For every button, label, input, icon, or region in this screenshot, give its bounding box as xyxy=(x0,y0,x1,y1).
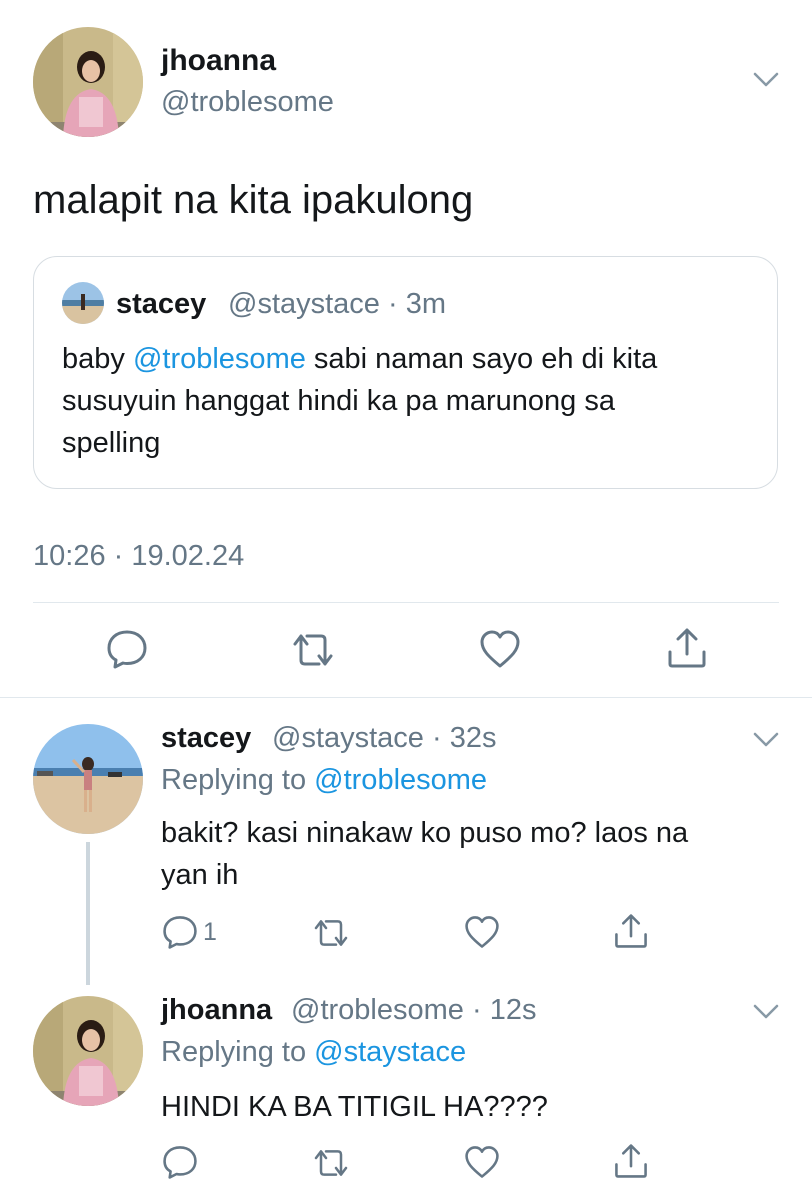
reply-author-handle: @troblesome · 12s xyxy=(291,994,537,1026)
quoted-author-name: stacey xyxy=(116,288,207,320)
retweet-icon[interactable] xyxy=(311,916,351,950)
heart-icon[interactable] xyxy=(478,628,522,670)
heart-icon[interactable] xyxy=(463,914,501,950)
share-icon[interactable] xyxy=(613,912,649,950)
quoted-avatar-stacey[interactable] xyxy=(62,282,104,324)
mention-link[interactable]: @troblesome xyxy=(133,343,306,375)
reply-text: bakit? kasi ninakaw ko puso mo? laos na … xyxy=(161,817,689,891)
divider xyxy=(33,602,779,603)
avatar-stacey[interactable] xyxy=(33,724,143,834)
avatar-jhoanna[interactable] xyxy=(33,996,143,1106)
retweet-icon[interactable] xyxy=(289,630,337,670)
quoted-text: baby @troblesome sabi naman sayo eh di k… xyxy=(62,343,658,459)
reply-author-name[interactable]: jhoanna xyxy=(161,994,272,1027)
heart-icon[interactable] xyxy=(463,1144,501,1180)
tweet-timestamp[interactable]: 10:26 · 19.02.24 xyxy=(33,540,244,573)
reply-count: 1 xyxy=(203,918,217,946)
author-name[interactable]: jhoanna xyxy=(161,44,276,78)
reply-text: HINDI KA BA TITIGIL HA???? xyxy=(161,1091,548,1123)
reply-icon[interactable] xyxy=(106,628,148,670)
share-icon[interactable] xyxy=(613,1142,649,1180)
author-handle[interactable]: @troblesome xyxy=(161,86,334,119)
thread-line xyxy=(86,842,90,985)
reply-icon[interactable] xyxy=(162,1144,198,1180)
reply-author-name[interactable]: stacey xyxy=(161,722,251,755)
reply-author-handle: @staystace · 32s xyxy=(272,722,497,754)
retweet-icon[interactable] xyxy=(311,1146,351,1180)
quoted-author-handle: @staystace · 3m xyxy=(228,288,447,320)
avatar-jhoanna[interactable] xyxy=(33,27,143,137)
tweet-text: malapit na kita ipakulong xyxy=(33,178,474,222)
replying-to: Replying to @troblesome xyxy=(161,764,488,796)
replying-to-link[interactable]: @troblesome xyxy=(314,764,487,796)
chevron-down-icon[interactable] xyxy=(752,70,780,90)
share-icon[interactable] xyxy=(666,626,708,670)
replying-to: Replying to @staystace xyxy=(161,1036,467,1068)
section-divider xyxy=(0,697,812,698)
replying-to-link[interactable]: @staystace xyxy=(314,1036,466,1068)
reply-icon[interactable] xyxy=(162,914,198,950)
chevron-down-icon[interactable] xyxy=(752,1002,780,1022)
chevron-down-icon[interactable] xyxy=(752,730,780,750)
